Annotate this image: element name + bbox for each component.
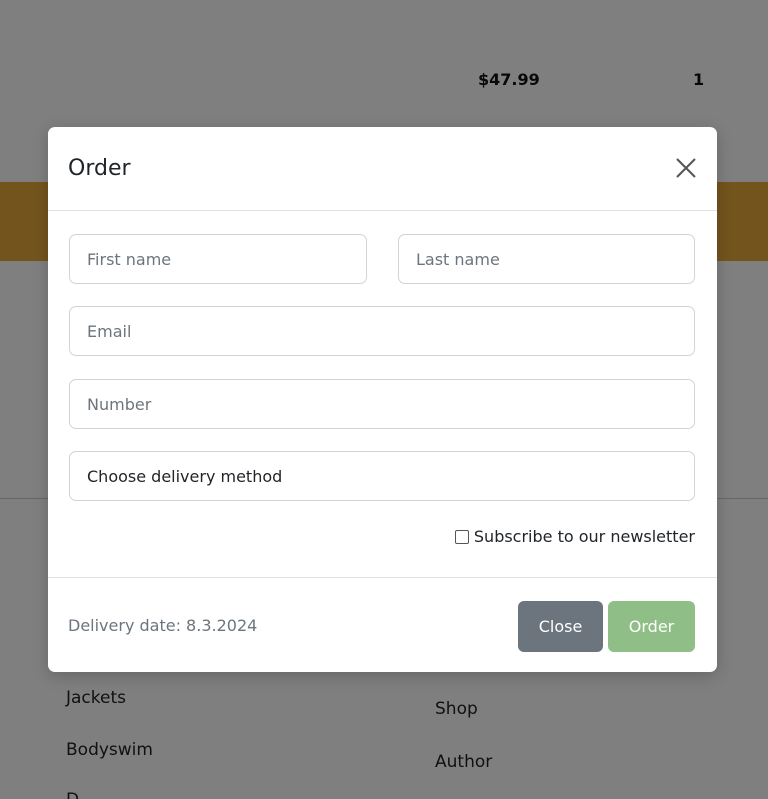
newsletter-option[interactable]: Subscribe to our newsletter [454,527,695,546]
newsletter-checkbox[interactable] [454,529,469,544]
close-icon[interactable] [673,155,699,181]
order-button[interactable]: Order [608,601,695,652]
delivery-date: Delivery date: 8.3.2024 [68,616,258,635]
newsletter-label: Subscribe to our newsletter [473,527,695,546]
modal-footer: Delivery date: 8.3.2024 Close Order [48,577,717,672]
delivery-method-value: Choose delivery method [87,466,283,486]
order-modal: Order Choose delivery method Subscribe t… [48,127,717,672]
email-input[interactable] [69,306,695,356]
delivery-method-select[interactable]: Choose delivery method [69,451,695,501]
modal-header: Order [48,127,717,211]
modal-title: Order [68,156,131,181]
close-button[interactable]: Close [518,601,603,652]
page: $47.99 1 Jackets Bodyswim D Shop Author … [0,0,768,799]
first-name-input[interactable] [69,234,367,284]
last-name-input[interactable] [398,234,695,284]
number-input[interactable] [69,379,695,429]
